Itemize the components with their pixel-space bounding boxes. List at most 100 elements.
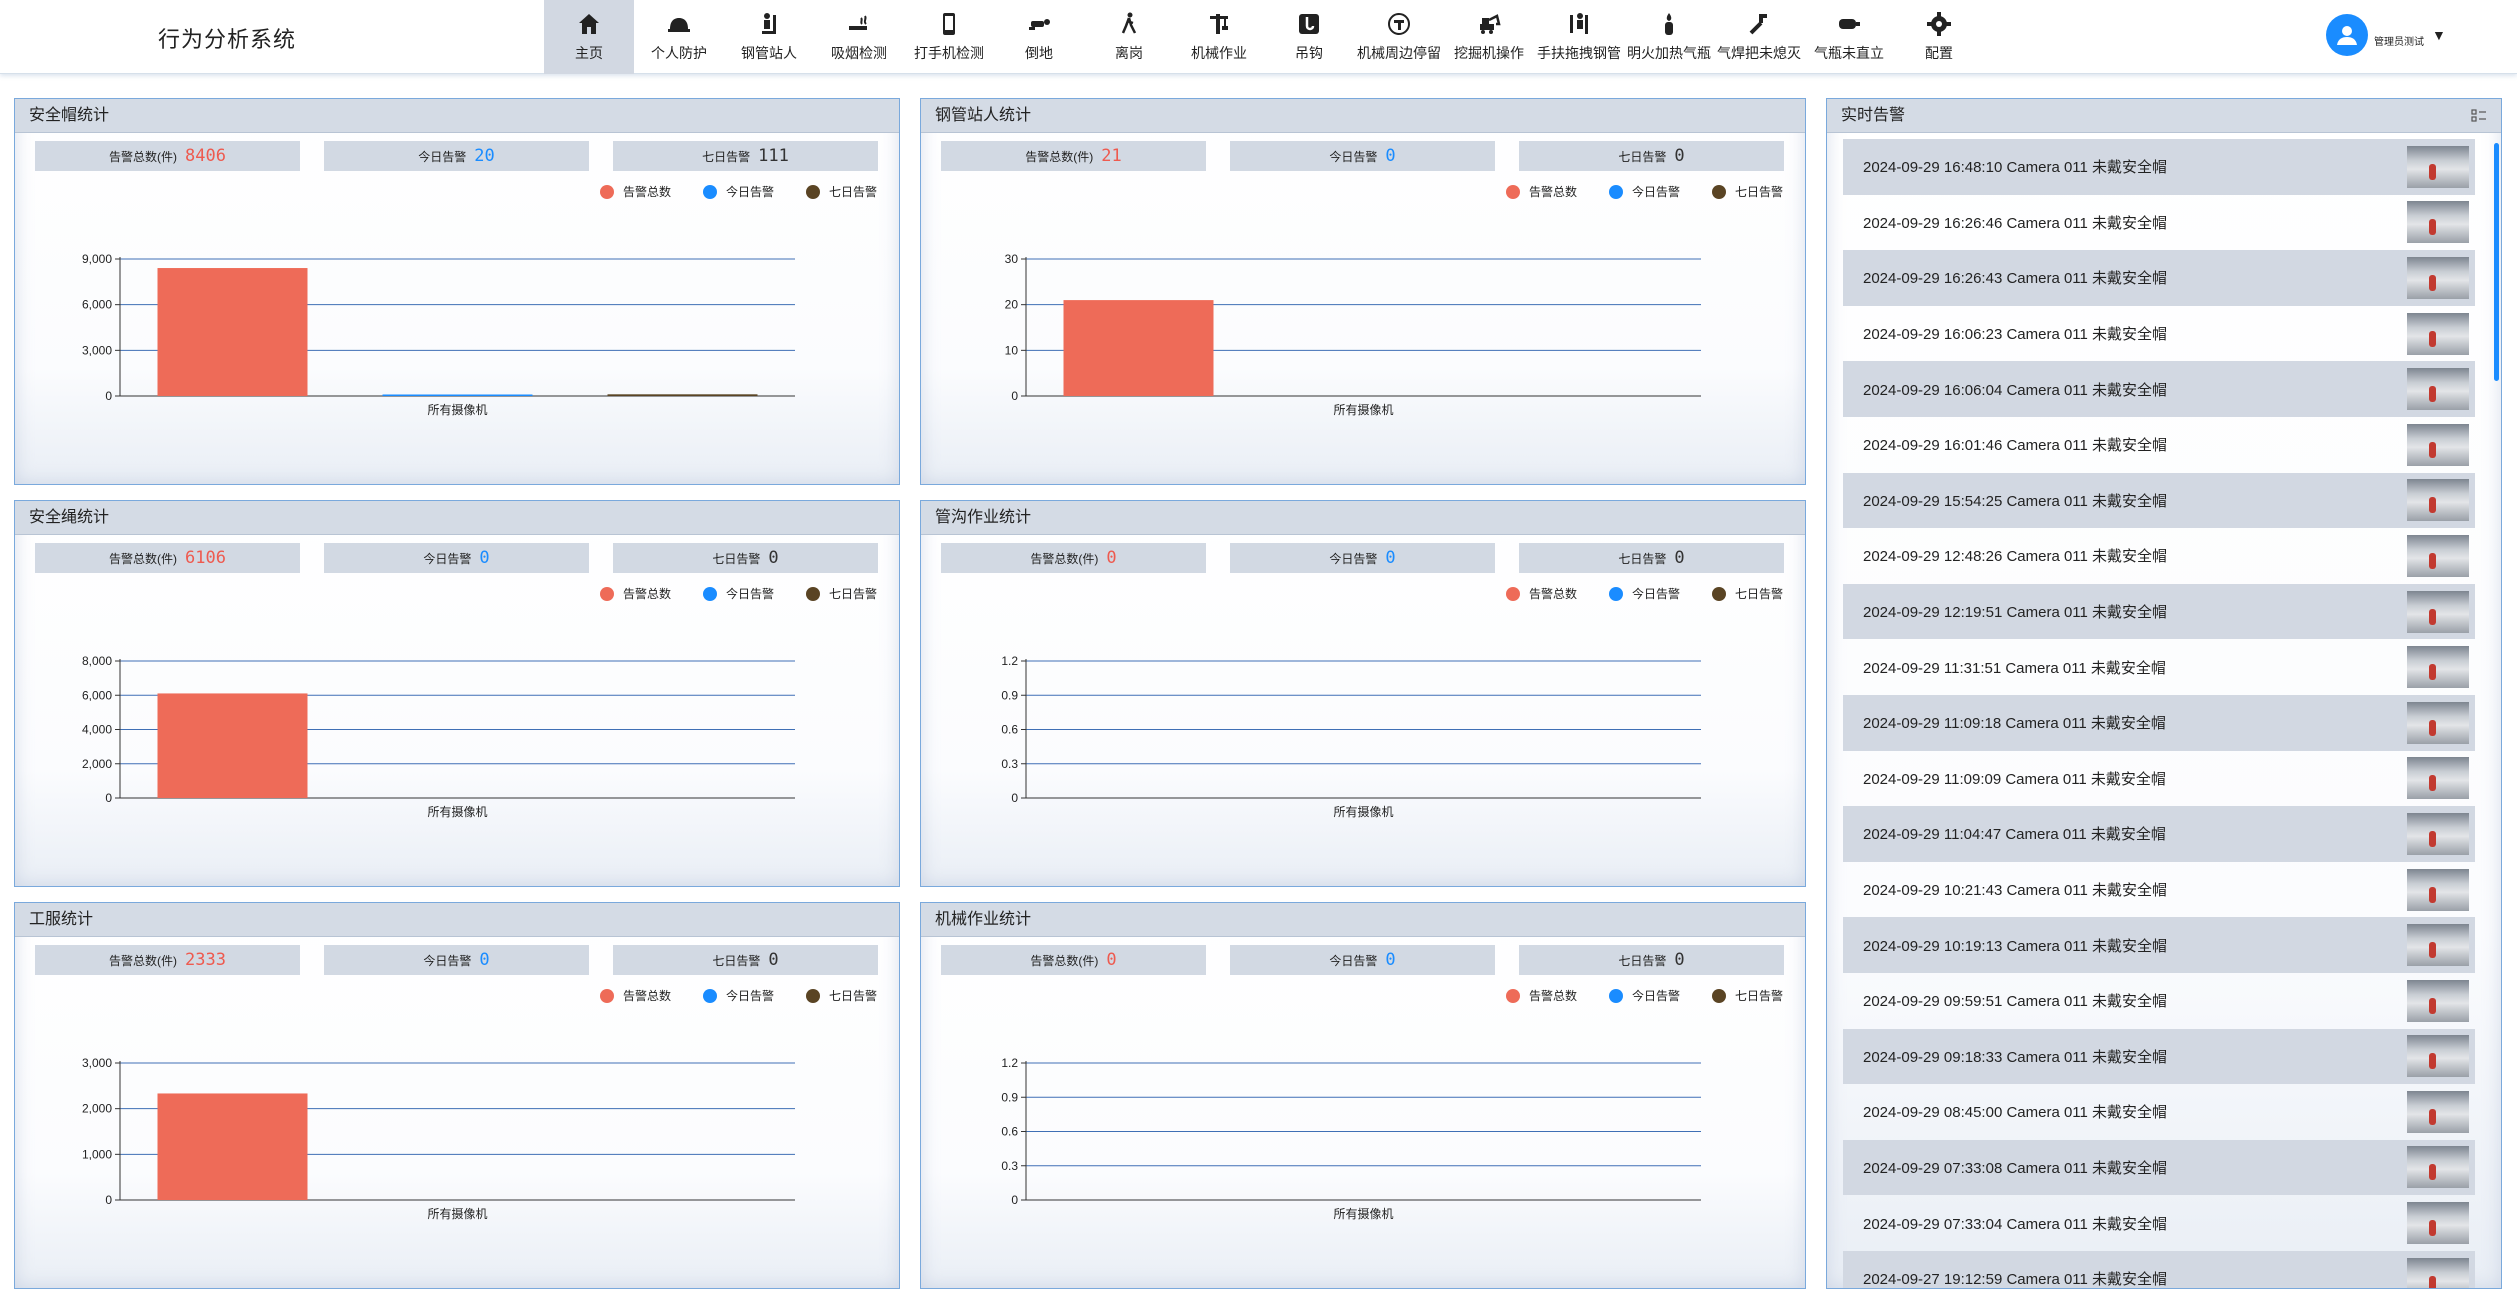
alert-item[interactable]: 2024-09-29 16:06:23 Camera 011 未戴安全帽: [1843, 306, 2475, 362]
user-name[interactable]: 管理员测试: [2374, 33, 2424, 48]
alert-thumbnail[interactable]: [2407, 646, 2469, 689]
nav-label: 离岗: [1115, 45, 1143, 61]
alert-item[interactable]: 2024-09-29 16:48:10 Camera 011 未戴安全帽: [1843, 139, 2475, 195]
caret-down-icon[interactable]: ▼: [2432, 27, 2446, 43]
alert-text: 2024-09-29 16:06:04 Camera 011 未戴安全帽: [1863, 381, 2168, 399]
alert-thumbnail[interactable]: [2407, 1202, 2469, 1245]
y-tick-label: 2,000: [82, 757, 112, 771]
nav-label: 吊钩: [1295, 45, 1323, 61]
alert-item[interactable]: 2024-09-29 12:19:51 Camera 011 未戴安全帽: [1843, 583, 2475, 640]
realtime-alerts-panel: 实时告警 2024-09-29 16:48:10 Camera 011 未戴安全…: [1826, 98, 2502, 1289]
alert-item[interactable]: 2024-09-27 19:12:59 Camera 011 未戴安全帽: [1843, 1250, 2475, 1288]
nav-item-fallen-person[interactable]: 倒地: [994, 0, 1084, 74]
alert-thumbnail[interactable]: [2407, 868, 2469, 911]
restricted-zone-icon: [1386, 11, 1412, 37]
nav-item-walking-person[interactable]: 离岗: [1084, 0, 1174, 74]
alert-thumbnail[interactable]: [2407, 757, 2469, 800]
nav-label: 手扶拖拽钢管: [1537, 45, 1621, 61]
alert-thumbnail[interactable]: [2407, 534, 2469, 577]
alert-item[interactable]: 2024-09-29 09:18:33 Camera 011 未戴安全帽: [1843, 1028, 2475, 1085]
alert-item[interactable]: 2024-09-29 15:54:25 Camera 011 未戴安全帽: [1843, 472, 2475, 529]
alert-item[interactable]: 2024-09-29 16:26:46 Camera 011 未戴安全帽: [1843, 195, 2475, 251]
helmet-icon: [666, 11, 692, 37]
alert-item[interactable]: 2024-09-29 11:09:09 Camera 011 未戴安全帽: [1843, 751, 2475, 807]
alert-text: 2024-09-29 16:26:46 Camera 011 未戴安全帽: [1863, 214, 2168, 232]
alert-item[interactable]: 2024-09-29 10:19:13 Camera 011 未戴安全帽: [1843, 917, 2475, 973]
alert-thumbnail[interactable]: [2407, 1035, 2469, 1078]
bar-chart: 0 0.3 0.6 0.9 1.2 所有摄像机: [1001, 654, 1701, 819]
y-tick-label: 3,000: [82, 1056, 112, 1070]
alert-thumbnail[interactable]: [2407, 256, 2469, 299]
alert-item[interactable]: 2024-09-29 16:26:43 Camera 011 未戴安全帽: [1843, 250, 2475, 306]
user-menu[interactable]: 管理员测试 ▼: [2326, 14, 2446, 56]
nav-item-gear[interactable]: 配置: [1894, 0, 1984, 74]
nav-label: 主页: [575, 45, 603, 61]
alert-item[interactable]: 2024-09-29 12:48:26 Camera 011 未戴安全帽: [1843, 528, 2475, 584]
alert-thumbnail[interactable]: [2407, 979, 2469, 1022]
alert-text: 2024-09-27 19:12:59 Camera 011 未戴安全帽: [1863, 1271, 2168, 1288]
bar-chart: 0 2,000 4,000 6,000 8,000 所有摄像机: [82, 654, 795, 819]
nav-item-drag-pipe[interactable]: 手扶拖拽钢管: [1534, 0, 1624, 74]
alert-thumbnail[interactable]: [2407, 590, 2469, 633]
alert-item[interactable]: 2024-09-29 16:06:04 Camera 011 未戴安全帽: [1843, 361, 2475, 417]
nav-item-restricted-zone[interactable]: 机械周边停留: [1354, 0, 1444, 74]
alert-text: 2024-09-29 11:31:51 Camera 011 未戴安全帽: [1863, 659, 2166, 677]
nav-item-hook[interactable]: 吊钩: [1264, 0, 1354, 74]
bar-chart: 0 10 20 30 所有摄像机: [1005, 252, 1701, 417]
nav-item-home[interactable]: 主页: [544, 0, 634, 74]
alert-item[interactable]: 2024-09-29 11:04:47 Camera 011 未戴安全帽: [1843, 806, 2475, 862]
nav-item-person-pipe[interactable]: 钢管站人: [724, 0, 814, 74]
alert-thumbnail[interactable]: [2407, 479, 2469, 522]
alert-item[interactable]: 2024-09-29 16:01:46 Camera 011 未戴安全帽: [1843, 417, 2475, 473]
alert-text: 2024-09-29 16:48:10 Camera 011 未戴安全帽: [1863, 159, 2168, 177]
alert-text: 2024-09-29 11:04:47 Camera 011 未戴安全帽: [1863, 826, 2166, 844]
nav-item-phone[interactable]: 打手机检测: [904, 0, 994, 74]
alert-text: 2024-09-29 11:09:09 Camera 011 未戴安全帽: [1863, 770, 2166, 788]
nav-label: 明火加热气瓶: [1627, 45, 1711, 61]
bar-today[interactable]: [382, 394, 533, 397]
alert-item[interactable]: 2024-09-29 08:45:00 Camera 011 未戴安全帽: [1843, 1084, 2475, 1140]
alert-thumbnail[interactable]: [2407, 1146, 2469, 1189]
bar-total[interactable]: [157, 268, 308, 396]
user-avatar-icon[interactable]: [2326, 14, 2368, 56]
alert-thumbnail[interactable]: [2407, 1090, 2469, 1133]
alert-thumbnail[interactable]: [2407, 924, 2469, 967]
alert-thumbnail[interactable]: [2407, 701, 2469, 744]
alert-text: 2024-09-29 16:06:23 Camera 011 未戴安全帽: [1863, 326, 2168, 344]
nav-label: 钢管站人: [741, 45, 797, 61]
nav-item-flame-bottle[interactable]: 明火加热气瓶: [1624, 0, 1714, 74]
alert-thumbnail[interactable]: [2407, 312, 2469, 355]
alert-item[interactable]: 2024-09-29 07:33:04 Camera 011 未戴安全帽: [1843, 1195, 2475, 1251]
alert-thumbnail[interactable]: [2407, 1257, 2469, 1288]
list-view-icon[interactable]: [2471, 109, 2487, 123]
bar-week[interactable]: [607, 394, 758, 396]
alert-item[interactable]: 2024-09-29 07:33:08 Camera 011 未戴安全帽: [1843, 1139, 2475, 1196]
nav-item-helmet[interactable]: 个人防护: [634, 0, 724, 74]
alert-item[interactable]: 2024-09-29 11:31:51 Camera 011 未戴安全帽: [1843, 639, 2475, 695]
nav-item-cigarette[interactable]: 吸烟检测: [814, 0, 904, 74]
alert-thumbnail[interactable]: [2407, 145, 2469, 188]
alert-thumbnail[interactable]: [2407, 423, 2469, 466]
y-tick-label: 0: [1011, 389, 1018, 403]
nav-label: 打手机检测: [914, 45, 984, 61]
alert-thumbnail[interactable]: [2407, 368, 2469, 411]
person-pipe-icon: [756, 11, 782, 37]
alert-item[interactable]: 2024-09-29 10:21:43 Camera 011 未戴安全帽: [1843, 862, 2475, 918]
nav-item-gas-cylinder[interactable]: 气瓶未直立: [1804, 0, 1894, 74]
bar-total[interactable]: [157, 693, 308, 798]
welding-torch-icon: [1746, 11, 1772, 37]
alert-text: 2024-09-29 12:48:26 Camera 011 未戴安全帽: [1863, 548, 2168, 566]
alert-item[interactable]: 2024-09-29 11:09:18 Camera 011 未戴安全帽: [1843, 694, 2475, 751]
bar-total[interactable]: [157, 1093, 308, 1200]
alert-scrollbar[interactable]: [2494, 143, 2499, 381]
alert-thumbnail[interactable]: [2407, 201, 2469, 244]
alert-item[interactable]: 2024-09-29 09:59:51 Camera 011 未戴安全帽: [1843, 973, 2475, 1029]
nav-item-welding-torch[interactable]: 气焊把未熄灭: [1714, 0, 1804, 74]
alert-thumbnail[interactable]: [2407, 812, 2469, 855]
x-category-label: 所有摄像机: [427, 804, 487, 819]
y-tick-label: 30: [1005, 252, 1019, 266]
nav-item-excavator[interactable]: 挖掘机操作: [1444, 0, 1534, 74]
bar-total[interactable]: [1063, 300, 1214, 396]
nav-item-crane[interactable]: 机械作业: [1174, 0, 1264, 74]
y-tick-label: 20: [1005, 298, 1019, 312]
